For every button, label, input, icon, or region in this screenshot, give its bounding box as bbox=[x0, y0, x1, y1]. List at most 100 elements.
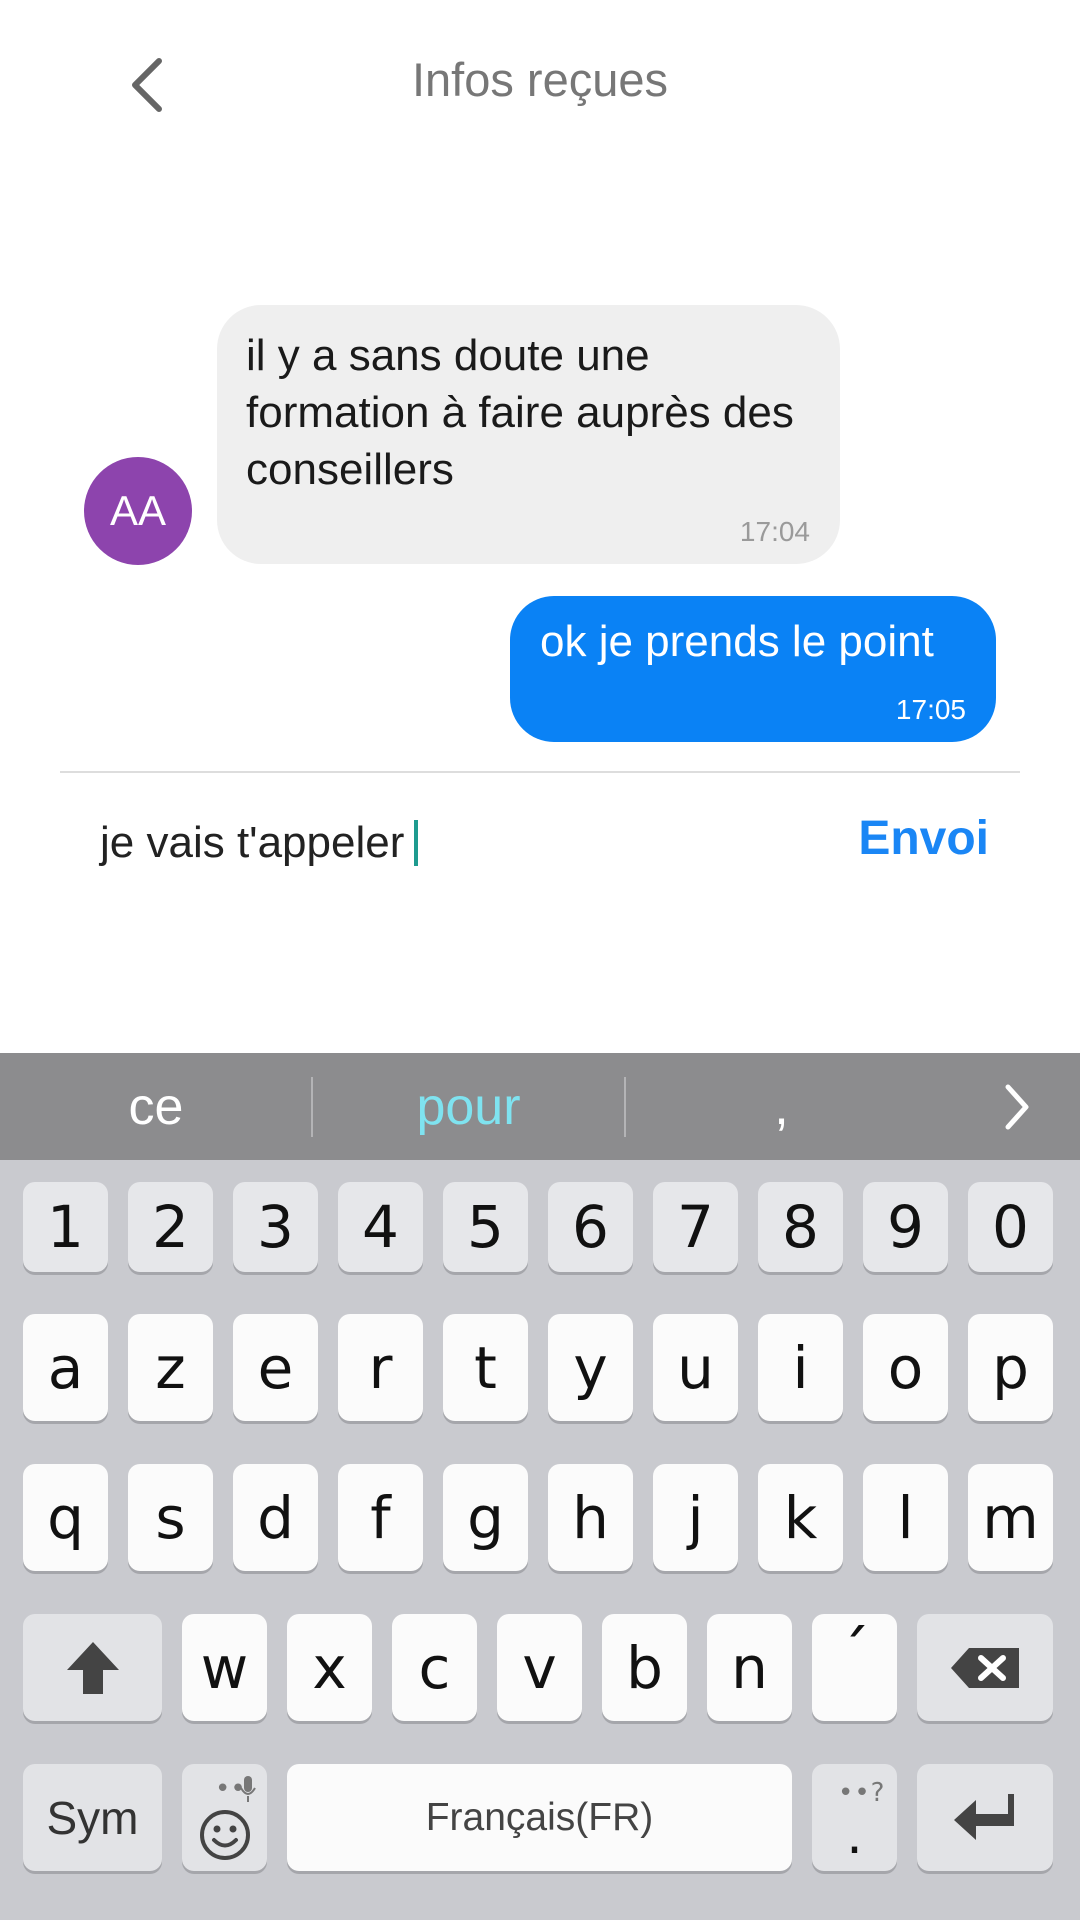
key-u[interactable]: u bbox=[653, 1314, 738, 1421]
key-p[interactable]: p bbox=[968, 1314, 1053, 1421]
key-h[interactable]: h bbox=[548, 1464, 633, 1571]
message-composer: je vais t'appeler Envoi bbox=[0, 773, 1080, 1053]
key-label: t bbox=[474, 1333, 497, 1402]
key-r[interactable]: r bbox=[338, 1314, 423, 1421]
send-button[interactable]: Envoi bbox=[858, 811, 989, 866]
key-l[interactable]: l bbox=[863, 1464, 948, 1571]
key-label: 1 bbox=[47, 1193, 84, 1261]
key-label: 8 bbox=[782, 1193, 819, 1261]
key-g[interactable]: g bbox=[443, 1464, 528, 1571]
key-label: i bbox=[792, 1333, 809, 1402]
key-label: p bbox=[992, 1333, 1029, 1402]
key-label: x bbox=[312, 1633, 347, 1702]
key-label: Sym bbox=[46, 1791, 139, 1844]
key-label: 7 bbox=[677, 1193, 714, 1261]
key-label: s bbox=[155, 1483, 186, 1552]
key-w[interactable]: w bbox=[182, 1614, 267, 1721]
key-7[interactable]: 7 bbox=[653, 1182, 738, 1272]
key-b[interactable]: b bbox=[602, 1614, 687, 1721]
backspace-icon bbox=[951, 1647, 1019, 1688]
key-e[interactable]: e bbox=[233, 1314, 318, 1421]
key-3[interactable]: 3 bbox=[233, 1182, 318, 1272]
suggestion-item[interactable]: pour bbox=[313, 1053, 624, 1160]
key-label: e bbox=[257, 1333, 294, 1402]
key-1[interactable]: 1 bbox=[23, 1182, 108, 1272]
emoji-key[interactable]: •• bbox=[182, 1764, 267, 1871]
message-list: AA il y a sans doute une formation à fai… bbox=[0, 165, 1080, 770]
outgoing-message-bubble[interactable]: ok je prends le point 17:05 bbox=[510, 596, 996, 742]
emoji-icon bbox=[199, 1809, 250, 1860]
key-f[interactable]: f bbox=[338, 1464, 423, 1571]
avatar[interactable]: AA bbox=[84, 457, 192, 565]
key-x[interactable]: x bbox=[287, 1614, 372, 1721]
key-v[interactable]: v bbox=[497, 1614, 582, 1721]
suggestion-item[interactable]: , bbox=[626, 1053, 937, 1160]
shift-arrow-icon bbox=[66, 1641, 119, 1694]
key-d[interactable]: d bbox=[233, 1464, 318, 1571]
key-label: b bbox=[626, 1633, 663, 1702]
suggestion-item[interactable]: ce bbox=[0, 1053, 312, 1160]
key-n[interactable]: n bbox=[707, 1614, 792, 1721]
enter-key[interactable] bbox=[917, 1764, 1053, 1871]
suggestion-bar: ce pour , bbox=[0, 1053, 1080, 1160]
key-a[interactable]: a bbox=[23, 1314, 108, 1421]
key-label: w bbox=[200, 1633, 249, 1702]
key-label: ´ bbox=[839, 1617, 870, 1690]
key-2[interactable]: 2 bbox=[128, 1182, 213, 1272]
key-label: j bbox=[687, 1483, 704, 1552]
message-input[interactable]: je vais t'appeler bbox=[100, 803, 840, 883]
key-y[interactable]: y bbox=[548, 1314, 633, 1421]
key-t[interactable]: t bbox=[443, 1314, 528, 1421]
key-hint: ••? bbox=[838, 1778, 886, 1808]
key-5[interactable]: 5 bbox=[443, 1182, 528, 1272]
key-label: n bbox=[731, 1633, 768, 1702]
shift-key[interactable] bbox=[23, 1614, 162, 1721]
key-label: f bbox=[370, 1483, 391, 1552]
key-label: l bbox=[897, 1483, 914, 1552]
key-j[interactable]: j bbox=[653, 1464, 738, 1571]
key-label: u bbox=[677, 1333, 714, 1402]
more-suggestions-button[interactable] bbox=[982, 1053, 1052, 1160]
key-k[interactable]: k bbox=[758, 1464, 843, 1571]
key-label: y bbox=[573, 1333, 608, 1402]
key-label: m bbox=[982, 1483, 1039, 1552]
enter-icon bbox=[954, 1793, 1014, 1840]
key-s[interactable]: s bbox=[128, 1464, 213, 1571]
key-c[interactable]: c bbox=[392, 1614, 477, 1721]
key-4[interactable]: 4 bbox=[338, 1182, 423, 1272]
key-q[interactable]: q bbox=[23, 1464, 108, 1571]
key-label: 5 bbox=[467, 1193, 504, 1261]
key-m[interactable]: m bbox=[968, 1464, 1053, 1571]
app-header: Infos reçues bbox=[0, 0, 1080, 165]
key-label: g bbox=[467, 1483, 504, 1552]
message-text: il y a sans doute une formation à faire … bbox=[246, 331, 794, 494]
key-label: . bbox=[846, 1805, 863, 1866]
microphone-icon bbox=[240, 1776, 256, 1802]
key-label: 6 bbox=[572, 1193, 609, 1261]
key-9[interactable]: 9 bbox=[863, 1182, 948, 1272]
key-0[interactable]: 0 bbox=[968, 1182, 1053, 1272]
space-key[interactable]: Français(FR) bbox=[287, 1764, 792, 1871]
backspace-key[interactable] bbox=[917, 1614, 1053, 1721]
key-8[interactable]: 8 bbox=[758, 1182, 843, 1272]
key-o[interactable]: o bbox=[863, 1314, 948, 1421]
message-input-value: je vais t'appeler bbox=[100, 818, 405, 867]
key-z[interactable]: z bbox=[128, 1314, 213, 1421]
key-6[interactable]: 6 bbox=[548, 1182, 633, 1272]
message-text: ok je prends le point bbox=[540, 617, 934, 666]
symbols-key[interactable]: Sym bbox=[23, 1764, 162, 1871]
onscreen-keyboard: ce pour , 1 2 3 4 5 6 7 8 9 0 a z e r t … bbox=[0, 1053, 1080, 1920]
chevron-right-icon bbox=[1005, 1084, 1029, 1129]
key-acute-accent[interactable]: ´ bbox=[812, 1614, 897, 1721]
key-label: h bbox=[572, 1483, 609, 1552]
key-label: o bbox=[887, 1333, 924, 1402]
page-title: Infos reçues bbox=[411, 53, 669, 106]
key-label: 4 bbox=[362, 1193, 399, 1261]
key-i[interactable]: i bbox=[758, 1314, 843, 1421]
period-key[interactable]: ••? . bbox=[812, 1764, 897, 1871]
incoming-message-bubble[interactable]: il y a sans doute une formation à faire … bbox=[217, 305, 840, 564]
key-label: k bbox=[783, 1483, 818, 1552]
key-label: q bbox=[47, 1483, 84, 1552]
key-label: z bbox=[155, 1333, 186, 1402]
key-label: c bbox=[418, 1633, 451, 1702]
